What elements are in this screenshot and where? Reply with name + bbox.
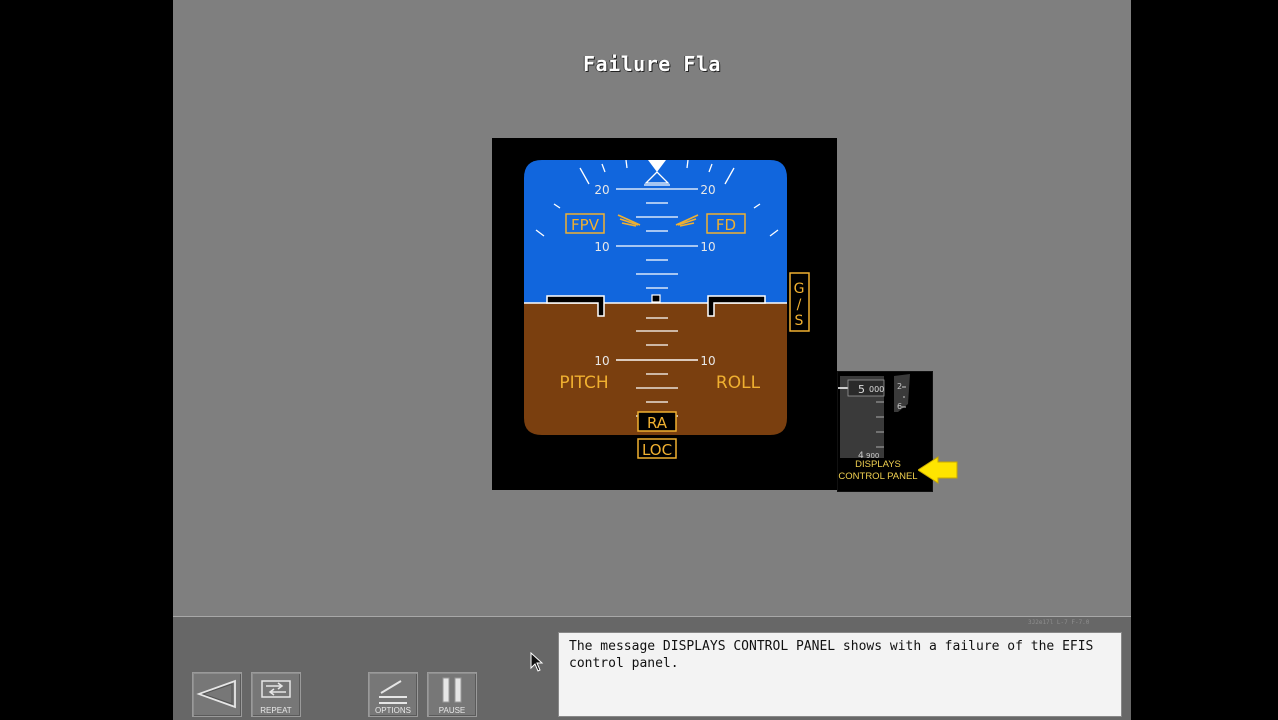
- lesson-title: Failure Fla: [583, 52, 721, 76]
- svg-text:000: 000: [869, 385, 884, 394]
- altitude-value-top: 5: [858, 383, 865, 396]
- loc-flag: LOC: [642, 441, 672, 459]
- options-label: OPTIONS: [374, 706, 411, 715]
- fd-flag: FD: [716, 216, 736, 234]
- svg-text:2: 2: [897, 382, 902, 391]
- gs-flag-s: S: [795, 313, 804, 329]
- back-button[interactable]: [192, 672, 242, 717]
- pause-label: PAUSE: [438, 706, 466, 715]
- primary-flight-display: 20 20 10 10 10 10 FPV FD PITCH ROLL RA L…: [492, 138, 837, 490]
- fpv-flag: FPV: [571, 216, 600, 234]
- lesson-stage: Failure Fla 20 20 10 10 10 10 FPV FD PIT…: [173, 0, 1131, 720]
- back-arrow-icon: [196, 679, 236, 709]
- svg-text:6: 6: [897, 402, 902, 411]
- dcp-label-line2: CONTROL PANEL: [838, 471, 918, 482]
- pitch-label-10-right: 10: [700, 240, 715, 254]
- pause-button[interactable]: PAUSE: [427, 672, 477, 717]
- gs-flag-g: G: [794, 281, 805, 297]
- narration-text: The message DISPLAYS CONTROL PANEL shows…: [569, 639, 1094, 671]
- pitch-label-20-right: 20: [700, 183, 715, 197]
- version-text: 3J2e17l L-7 F-7.0: [1028, 619, 1090, 626]
- narration-box: The message DISPLAYS CONTROL PANEL shows…: [558, 632, 1122, 717]
- ra-flag: RA: [647, 414, 668, 432]
- options-button[interactable]: OPTIONS: [368, 672, 418, 717]
- pitch-label-neg10-right: 10: [700, 354, 715, 368]
- pitch-label-20-left: 20: [594, 183, 609, 197]
- repeat-label: REPEAT: [260, 706, 292, 715]
- mouse-cursor-icon: [530, 652, 544, 672]
- repeat-button[interactable]: REPEAT: [251, 672, 301, 717]
- gs-flag-slash: /: [797, 297, 802, 313]
- pitch-label-neg10-left: 10: [594, 354, 609, 368]
- displays-control-panel-flag: DISPLAYS CONTROL PANEL: [837, 459, 919, 483]
- pointer-arrow-icon: [918, 456, 958, 484]
- attitude-indicator: 20 20 10 10 10 10 FPV FD PITCH ROLL RA L…: [524, 160, 810, 459]
- pitch-label-10-left: 10: [594, 240, 609, 254]
- pitch-flag: PITCH: [559, 373, 608, 393]
- roll-flag: ROLL: [716, 373, 761, 393]
- dcp-label-line1: DISPLAYS: [855, 459, 901, 470]
